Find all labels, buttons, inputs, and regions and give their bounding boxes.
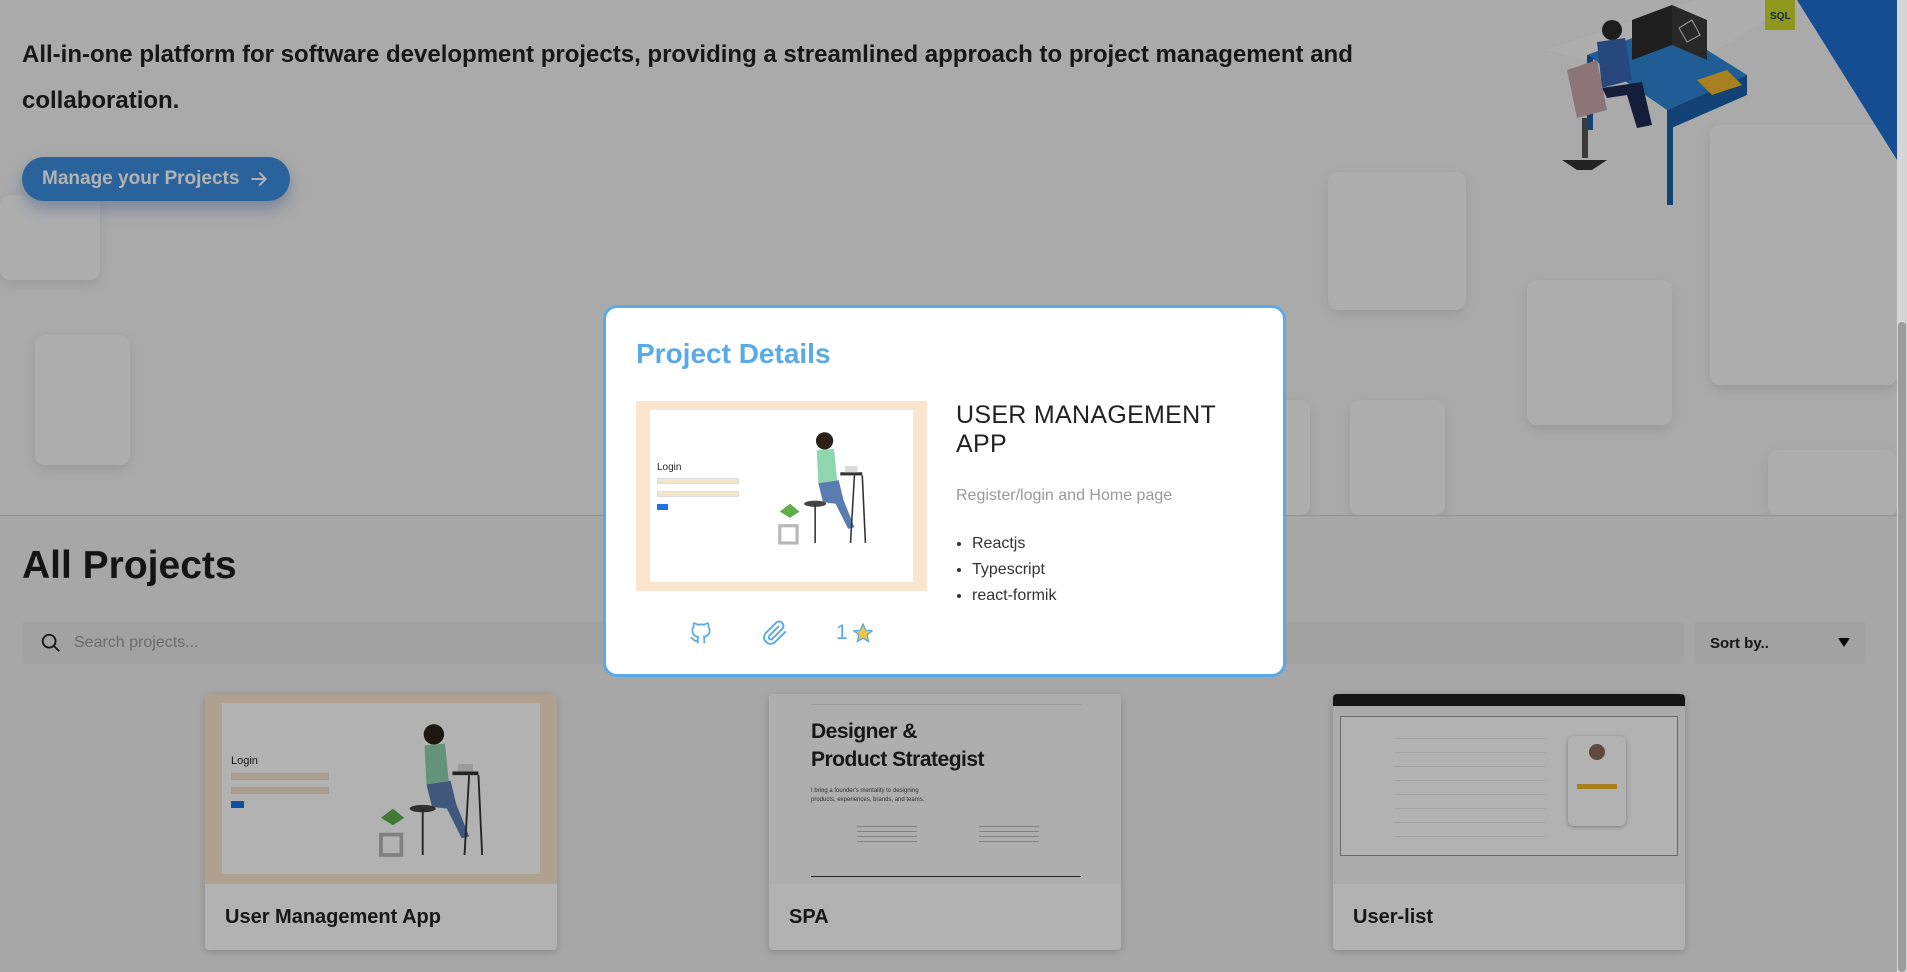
project-description: Register/login and Home page xyxy=(956,487,1173,504)
tech-item: react-formik xyxy=(972,583,1266,609)
page-scrollbar[interactable] xyxy=(1897,0,1907,972)
github-icon[interactable] xyxy=(688,620,714,646)
paperclip-icon[interactable] xyxy=(762,620,788,646)
modal-actions: 1 xyxy=(688,620,874,646)
tech-item: Typescript xyxy=(972,557,1266,583)
project-preview-image: Login xyxy=(636,401,927,591)
star-icon xyxy=(852,623,873,643)
login-heading: Login xyxy=(657,462,682,473)
project-info: USER MANAGEMENT APP Register/login and H… xyxy=(956,401,1266,609)
scrollbar-thumb[interactable] xyxy=(1898,322,1906,972)
star-count: 1 xyxy=(836,621,848,644)
tech-list: Reactjs Typescript react-formik xyxy=(956,531,1266,609)
woman-illustration xyxy=(778,432,867,545)
tech-item: Reactjs xyxy=(972,531,1266,557)
project-name: USER MANAGEMENT APP xyxy=(956,401,1216,458)
star-rating[interactable]: 1 xyxy=(836,621,874,645)
project-details-modal: Project Details Login USER MANAGEMENT AP… xyxy=(603,305,1286,677)
modal-title: Project Details xyxy=(636,338,831,369)
